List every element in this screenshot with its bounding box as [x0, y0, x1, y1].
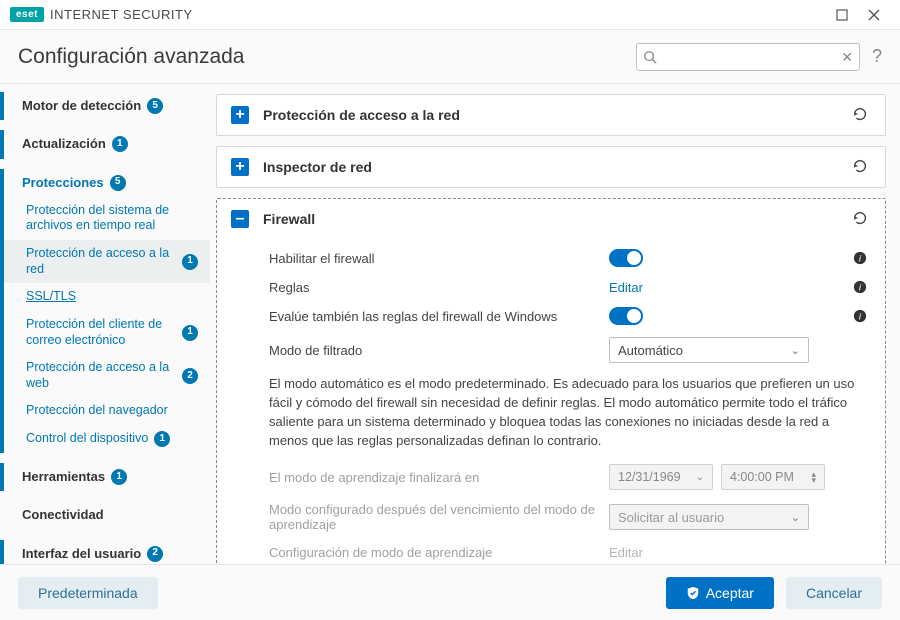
search-clear-button[interactable]: ✕	[841, 50, 859, 64]
date-learning-ends: 12/31/1969 ⌄	[609, 464, 713, 490]
row-rules: Reglas Editar i	[269, 273, 867, 301]
panel-header-net-inspector[interactable]: Inspector de red	[217, 147, 885, 187]
undo-button[interactable]	[851, 157, 871, 177]
sidebar-item-browser[interactable]: Protección del navegador	[0, 397, 210, 425]
badge: 1	[112, 136, 128, 152]
search-input[interactable]	[657, 50, 841, 64]
search-icon	[643, 50, 657, 64]
sidebar-item-detection[interactable]: Motor de detección 5	[0, 92, 210, 120]
label-filter-mode: Modo de filtrado	[269, 343, 609, 358]
window-close-button[interactable]	[858, 0, 890, 30]
undo-button[interactable]	[851, 105, 871, 125]
panel-header-firewall[interactable]: Firewall	[217, 199, 885, 239]
sidebar-item-ui[interactable]: Interfaz del usuario 2	[0, 540, 210, 565]
panel-firewall: Firewall Habilitar el firewall i Reglas …	[216, 198, 886, 564]
info-icon[interactable]: i	[853, 309, 867, 323]
badge: 2	[182, 368, 198, 384]
badge: 2	[147, 546, 163, 562]
row-eval-windows: Evalúe también las reglas del firewall d…	[269, 301, 867, 331]
sidebar-item-update[interactable]: Actualización 1	[0, 130, 210, 158]
header: Configuración avanzada ✕ ?	[0, 30, 900, 84]
label-eval-windows: Evalúe también las reglas del firewall d…	[269, 309, 609, 324]
sidebar-item-realtime-fs[interactable]: Protección del sistema de archivos en ti…	[0, 197, 210, 240]
sidebar-item-net-access[interactable]: Protección de acceso a la red 1	[0, 240, 210, 283]
accept-button[interactable]: Aceptar	[666, 577, 774, 609]
sidebar-item-mail-client[interactable]: Protección del cliente de correo electró…	[0, 311, 210, 354]
badge: 1	[111, 469, 127, 485]
panel-header-net-access[interactable]: Protección de acceso a la red	[217, 95, 885, 135]
cancel-button[interactable]: Cancelar	[786, 577, 882, 609]
chevron-down-icon: ⌄	[696, 472, 704, 483]
panel-title: Protección de acceso a la red	[263, 107, 460, 123]
row-after-learning: Modo configurado después del vencimiento…	[269, 496, 867, 538]
row-learning-config: Configuración de modo de aprendizaje Edi…	[269, 538, 867, 564]
label-enable-firewall: Habilitar el firewall	[269, 251, 609, 266]
badge: 1	[154, 431, 170, 447]
sidebar-item-ssl-tls[interactable]: SSL/TLS	[0, 283, 210, 311]
panel-title: Inspector de red	[263, 159, 372, 175]
stepper-icon: ▴▾	[811, 471, 816, 484]
row-enable-firewall: Habilitar el firewall i	[269, 243, 867, 273]
toggle-enable-firewall[interactable]	[609, 249, 643, 267]
select-after-learning: Solicitar al usuario ⌄	[609, 504, 809, 530]
badge: 1	[182, 325, 198, 341]
help-button[interactable]: ?	[872, 46, 882, 67]
time-learning-ends: 4:00:00 PM ▴▾	[721, 464, 825, 490]
sidebar-item-protections[interactable]: Protecciones 5	[0, 169, 210, 197]
filter-mode-description: El modo automático es el modo predetermi…	[269, 369, 867, 458]
label-learning-config: Configuración de modo de aprendizaje	[269, 545, 609, 560]
sidebar-item-web-access[interactable]: Protección de acceso a la web 2	[0, 354, 210, 397]
panel-net-access: Protección de acceso a la red	[216, 94, 886, 136]
collapse-icon	[231, 210, 249, 228]
window-maximize-button[interactable]	[826, 0, 858, 30]
undo-icon	[851, 209, 869, 227]
info-icon[interactable]: i	[853, 280, 867, 294]
default-button[interactable]: Predeterminada	[18, 577, 158, 609]
expand-icon	[231, 158, 249, 176]
badge: 5	[147, 98, 163, 114]
select-filter-mode[interactable]: Automático ⌄	[609, 337, 809, 363]
label-rules: Reglas	[269, 280, 609, 295]
sidebar-item-tools[interactable]: Herramientas 1	[0, 463, 210, 491]
chevron-down-icon: ⌄	[791, 511, 800, 524]
badge: 5	[110, 175, 126, 191]
link-edit-rules[interactable]: Editar	[609, 280, 643, 295]
toggle-eval-windows[interactable]	[609, 307, 643, 325]
close-icon	[868, 9, 880, 21]
panel-title: Firewall	[263, 211, 315, 227]
titlebar: eset INTERNET SECURITY	[0, 0, 900, 30]
panel-body-firewall: Habilitar el firewall i Reglas Editar i …	[217, 239, 885, 564]
undo-icon	[851, 157, 869, 175]
undo-icon	[851, 105, 869, 123]
main-content: Protección de acceso a la red Inspector …	[210, 84, 900, 564]
row-learning-ends: El modo de aprendizaje finalizará en 12/…	[269, 458, 867, 496]
brand-badge: eset	[10, 7, 44, 22]
label-learning-ends: El modo de aprendizaje finalizará en	[269, 470, 609, 485]
sidebar-item-connectivity[interactable]: Conectividad	[0, 501, 210, 529]
shield-icon	[686, 586, 700, 600]
panel-net-inspector: Inspector de red	[216, 146, 886, 188]
link-edit-learning-config: Editar	[609, 545, 643, 560]
brand: eset INTERNET SECURITY	[10, 7, 193, 22]
undo-button[interactable]	[851, 209, 871, 229]
search-box[interactable]: ✕	[636, 43, 860, 71]
sidebar-item-device-ctrl[interactable]: Control del dispositivo 1	[0, 425, 210, 453]
brand-product: INTERNET SECURITY	[50, 7, 193, 22]
page-title: Configuración avanzada	[18, 45, 245, 69]
expand-icon	[231, 106, 249, 124]
chevron-down-icon: ⌄	[791, 344, 800, 357]
info-icon[interactable]: i	[853, 251, 867, 265]
square-icon	[836, 9, 848, 21]
row-filter-mode: Modo de filtrado Automático ⌄	[269, 331, 867, 369]
select-filter-mode-value: Automático	[618, 343, 683, 358]
label-after-learning: Modo configurado después del vencimiento…	[269, 502, 609, 532]
footer: Predeterminada Aceptar Cancelar	[0, 564, 900, 620]
badge: 1	[182, 254, 198, 270]
sidebar: Motor de detección 5 Actualización 1 Pro…	[0, 84, 210, 564]
